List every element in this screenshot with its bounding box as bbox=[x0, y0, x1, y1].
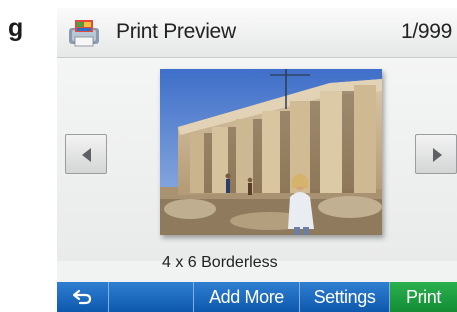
previous-photo-button[interactable] bbox=[65, 134, 107, 174]
page: g Print Preview 1/999 4 x 6 Borderless A… bbox=[0, 0, 457, 312]
triangle-left-icon bbox=[82, 148, 91, 162]
print-app-icon bbox=[69, 20, 99, 47]
device-screen: Print Preview 1/999 4 x 6 Borderless Add… bbox=[57, 8, 457, 312]
back-button[interactable] bbox=[57, 282, 109, 312]
add-more-button[interactable]: Add More bbox=[194, 282, 300, 312]
settings-button[interactable]: Settings bbox=[300, 282, 390, 312]
bottom-toolbar: Add More Settings Print bbox=[57, 282, 457, 312]
back-arrow-icon bbox=[73, 289, 92, 305]
figure-label: g bbox=[8, 14, 24, 42]
empty-toolbar-slot bbox=[109, 282, 194, 312]
photo-counter: 1/999 bbox=[400, 20, 452, 43]
header-bar: Print Preview 1/999 bbox=[57, 8, 457, 58]
acropolis-photo bbox=[160, 69, 382, 235]
triangle-right-icon bbox=[433, 148, 442, 162]
paper-size-caption: 4 x 6 Borderless bbox=[162, 254, 278, 271]
photo-preview bbox=[160, 69, 382, 235]
page-title: Print Preview bbox=[116, 20, 236, 43]
next-photo-button[interactable] bbox=[415, 134, 457, 174]
print-button[interactable]: Print bbox=[390, 282, 457, 312]
